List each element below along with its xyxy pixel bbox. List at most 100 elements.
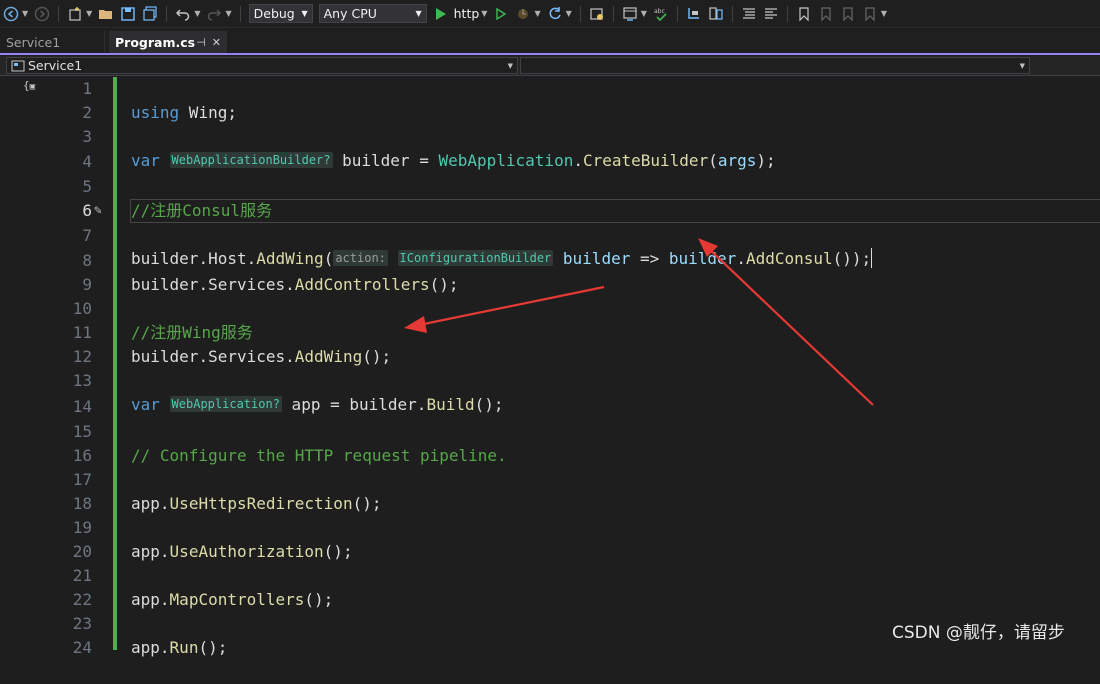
line-number: 10: [72, 299, 92, 318]
tab-accent-line: [0, 53, 1100, 55]
code-line: 3 var WebApplicationBuilder? builder = W…: [0, 125, 1100, 170]
code-line: 12: [0, 345, 1100, 369]
toolbar-divider: [731, 5, 733, 22]
code-line: 19 app.UseAuthorization();: [0, 516, 1100, 561]
code-line: 2: [0, 101, 1100, 125]
bookmark-clear-icon[interactable]: [861, 5, 879, 23]
step-icon[interactable]: [685, 5, 703, 23]
line-number: 23: [72, 614, 92, 633]
pin-icon[interactable]: ⊣: [196, 36, 206, 49]
new-project-icon[interactable]: [66, 5, 84, 23]
toolbar: ▼ ▼ ▼ ▼ Debug ▼ Any CPU ▼ http ▼ ▼ ▼ ▼ a…: [0, 0, 1100, 28]
pencil-icon[interactable]: ✎: [94, 199, 102, 223]
member-dropdown[interactable]: ▼: [520, 57, 1030, 74]
line-number: 1: [82, 79, 92, 98]
open-folder-icon[interactable]: [97, 5, 115, 23]
platform-dropdown[interactable]: Any CPU ▼: [318, 4, 427, 23]
toolbar-divider: [786, 5, 788, 22]
chevron-down-icon: ▼: [507, 61, 513, 70]
code-line-current: 6 ✎ builder.Host.AddWing(action: IConfig…: [0, 199, 1100, 268]
browse-icon[interactable]: [588, 5, 606, 23]
code-editor[interactable]: {▣ 1 using Wing; 2 3 var WebApplicationB…: [0, 77, 1100, 657]
code-line: 14: [0, 395, 1100, 419]
configuration-value: Debug: [253, 6, 295, 21]
code-line: 18: [0, 492, 1100, 516]
chevron-down-icon: ▼: [1019, 61, 1025, 70]
save-all-icon[interactable]: [141, 5, 159, 23]
tab-program-cs[interactable]: Program.cs ⊣ ✕: [109, 31, 227, 53]
spellcheck-icon[interactable]: abc: [652, 5, 670, 23]
project-dropdown-value: Service1: [28, 58, 83, 73]
navigation-bar: Service1 ▼ ▼: [0, 56, 1100, 76]
line-number: 2: [82, 103, 92, 122]
chevron-down-icon[interactable]: ▼: [194, 9, 200, 18]
line-number: 5: [82, 177, 92, 196]
chevron-down-icon[interactable]: ▼: [481, 9, 487, 18]
close-icon[interactable]: ✕: [212, 36, 221, 49]
code-line: 13 var WebApplication? app = builder.Bui…: [0, 369, 1100, 414]
forward-icon[interactable]: [33, 5, 51, 23]
run-target-label[interactable]: http: [454, 6, 480, 21]
toolbar-divider: [239, 5, 241, 22]
line-number: 18: [72, 494, 92, 513]
code-line: 9: [0, 273, 1100, 297]
line-number: 16: [72, 446, 92, 465]
toolbar-divider: [58, 5, 60, 22]
toolbar-divider: [166, 5, 168, 22]
line-number: 17: [72, 470, 92, 489]
chevron-down-icon: ▼: [415, 9, 422, 18]
csharp-project-icon: [11, 60, 25, 71]
code-line: 7: [0, 224, 1100, 248]
chevron-down-icon[interactable]: ▼: [86, 9, 92, 18]
start-without-debugging-icon[interactable]: [492, 5, 510, 23]
line-number: 12: [72, 347, 92, 366]
svg-text:abc: abc: [654, 8, 665, 15]
tab-label: Service1: [6, 34, 61, 50]
code-line: 15 // Configure the HTTP request pipelin…: [0, 420, 1100, 465]
redo-icon[interactable]: [205, 5, 223, 23]
code-line: 22: [0, 588, 1100, 612]
project-dropdown[interactable]: Service1 ▼: [6, 57, 518, 74]
bookmark-next-icon[interactable]: [839, 5, 857, 23]
code-line: 4: [0, 150, 1100, 174]
document-tabs: Service1 Program.cs ⊣ ✕: [0, 30, 1100, 53]
code-line: 8 builder.Services.AddControllers();: [0, 249, 1100, 294]
line-number: 11: [72, 323, 92, 342]
save-icon[interactable]: [119, 5, 137, 23]
uncomment-lines-icon[interactable]: [762, 5, 780, 23]
line-number: 13: [72, 371, 92, 390]
chevron-down-icon[interactable]: ▼: [534, 9, 540, 18]
window-icon[interactable]: [621, 5, 639, 23]
chevron-down-icon: ▼: [301, 9, 308, 18]
undo-icon[interactable]: [174, 5, 192, 23]
line-number: 7: [82, 226, 92, 245]
chevron-down-icon[interactable]: ▼: [641, 9, 647, 18]
bookmark-prev-icon[interactable]: [817, 5, 835, 23]
line-number: 19: [72, 518, 92, 537]
comment-lines-icon[interactable]: [740, 5, 758, 23]
toolbar-divider: [676, 5, 678, 22]
tab-service1[interactable]: Service1: [0, 31, 105, 53]
toolbar-divider: [579, 5, 581, 22]
compare-icon[interactable]: [707, 5, 725, 23]
platform-value: Any CPU: [323, 6, 377, 21]
chevron-down-icon[interactable]: ▼: [566, 9, 572, 18]
bookmark-icon[interactable]: [795, 5, 813, 23]
configuration-dropdown[interactable]: Debug ▼: [248, 4, 313, 23]
code-line: 21 app.MapControllers();: [0, 564, 1100, 609]
hot-reload-icon[interactable]: [514, 5, 532, 23]
refresh-icon[interactable]: [546, 5, 564, 23]
chevron-down-icon[interactable]: ▼: [225, 9, 231, 18]
line-number: 4: [82, 152, 92, 171]
chevron-down-icon[interactable]: ▼: [22, 9, 28, 18]
code-line: 1 using Wing;: [0, 77, 1100, 122]
chevron-down-icon[interactable]: ▼: [881, 9, 887, 18]
start-icon[interactable]: [432, 5, 450, 23]
line-number: 9: [82, 275, 92, 294]
line-number: 20: [72, 542, 92, 561]
line-number: 14: [72, 397, 92, 416]
code-line: 10 //注册Wing服务: [0, 297, 1100, 342]
code-line: 11 builder.Services.AddWing();: [0, 321, 1100, 366]
back-icon[interactable]: [2, 5, 20, 23]
line-number: 6: [82, 201, 92, 220]
